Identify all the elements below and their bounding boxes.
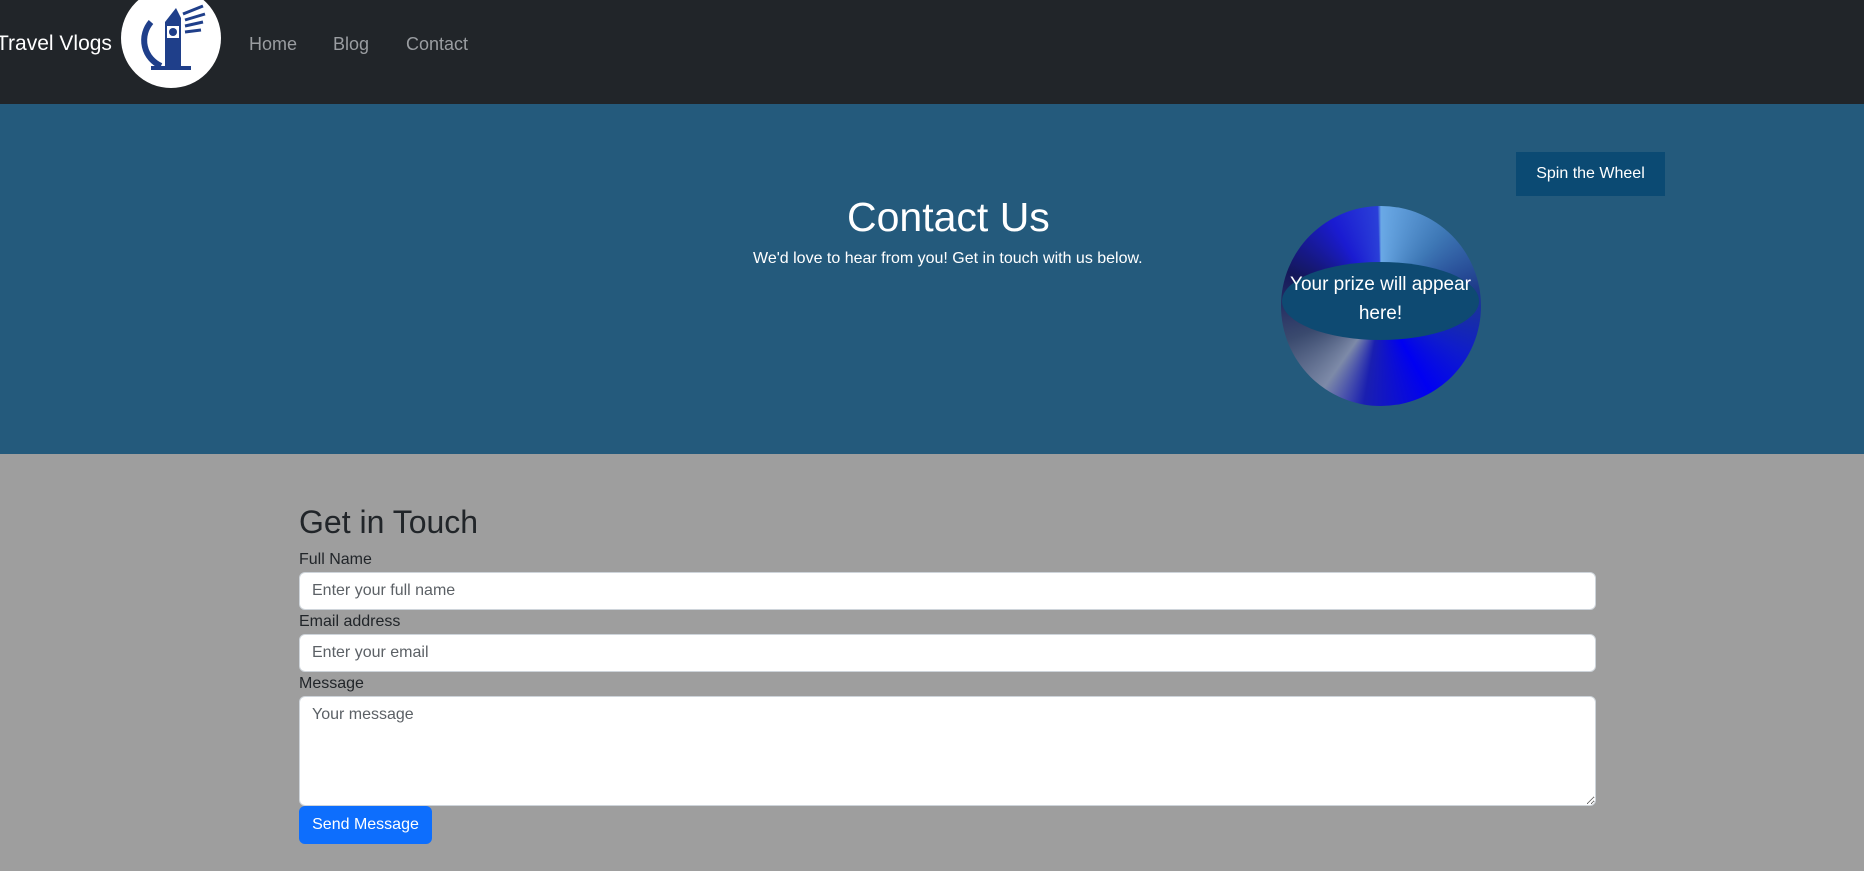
full-name-input[interactable] [299,572,1596,610]
message-textarea[interactable] [299,696,1596,806]
hero-subtitle: We'd love to hear from you! Get in touch… [753,250,1143,267]
nav-link-home[interactable]: Home [249,33,297,55]
send-message-button[interactable]: Send Message [299,806,432,844]
nav-link-blog[interactable]: Blog [333,33,369,55]
page-title: Contact Us [847,194,1050,240]
message-label: Message [299,675,364,692]
prize-text: Your prize will appear here! [1290,274,1471,324]
top-navbar: Travel Vlogs Home Blog Contact [0,0,1864,104]
form-title: Get in Touch [299,504,479,540]
logo[interactable] [121,0,221,88]
brand-link[interactable]: Travel Vlogs [0,32,112,56]
email-input[interactable] [299,634,1596,672]
big-ben-clock-tower-icon [137,4,206,74]
full-name-label: Full Name [299,551,372,568]
hero-banner: Contact Us We'd love to hear from you! G… [0,104,1864,454]
nav-link-contact[interactable]: Contact [406,33,468,55]
spin-wheel-button[interactable]: Spin the Wheel [1516,152,1665,196]
email-label: Email address [299,613,401,630]
